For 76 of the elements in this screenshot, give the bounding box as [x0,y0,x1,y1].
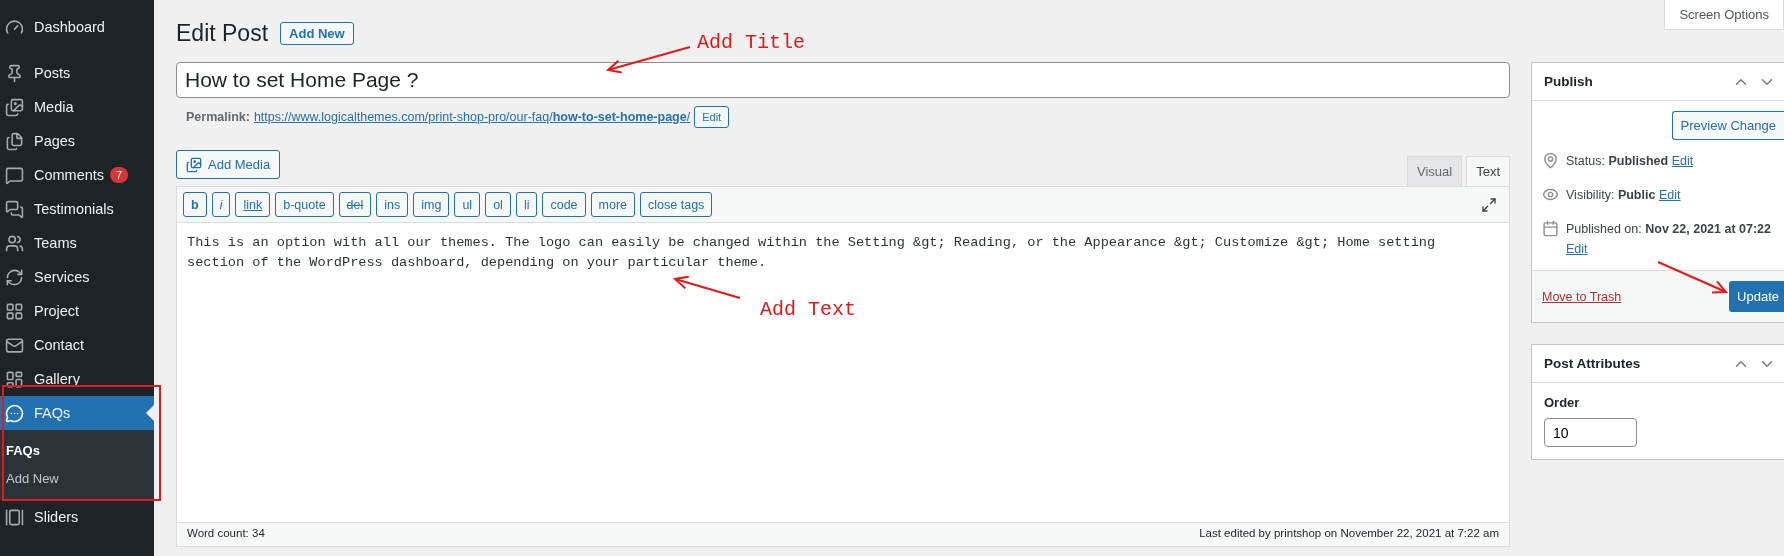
sidebar-item[interactable]: Teams [0,226,154,260]
submenu-item[interactable]: Add New [0,464,154,492]
add-media-button[interactable]: Add Media [176,150,281,179]
sidebar-item[interactable]: Testimonials [0,192,154,226]
permalink-link[interactable]: https://www.logicalthemes.com/print-shop-pro/our-faq/how-to-set-home-page/ [253,110,691,124]
menu-icon [5,335,24,355]
edit-link[interactable]: Edit [1671,154,1694,168]
panel-title: Post Attributes [1544,356,1641,371]
annotation-arrow [1657,261,1729,294]
sidebar-item[interactable]: Contact [0,328,154,362]
meta-text: Published on: Nov 22, 2021 at 07:22 Edit [1566,221,1773,258]
count-badge: 7 [110,167,129,183]
quicktag-button[interactable]: more [590,192,636,217]
word-count: Word count: 34 [187,527,265,541]
edit-button[interactable]: Edit [694,106,730,128]
quicktag-button[interactable]: ul [454,192,481,217]
sidebar-item[interactable]: Pages [0,124,154,158]
title-field[interactable]: How to set Home Page ? [176,62,1510,98]
quicktag-button[interactable]: li [515,192,538,217]
menu-icon [5,131,24,151]
add-new-button[interactable]: Add New [280,22,354,45]
annotation-arrow [672,275,741,299]
sidebar-item[interactable]: Sliders [0,500,154,534]
quicktag-button[interactable]: ol [485,192,511,217]
meta-text: Status: Published Edit [1566,153,1694,170]
quicktag-button[interactable]: img [413,192,450,217]
order-label: Order [1544,395,1581,410]
quicktag-button[interactable]: link [235,192,271,217]
quicktag-button[interactable]: i [211,192,231,217]
menu-icon [5,507,24,527]
meta-icon [1542,152,1559,169]
editor-tab[interactable]: Visual [1406,156,1463,187]
sidebar-item[interactable]: Services [0,260,154,294]
edit-link[interactable]: Edit [1658,188,1681,202]
quicktag-button[interactable]: b-quote [275,192,334,217]
order-field[interactable]: 10 [1544,418,1637,447]
menu-icon [5,97,24,117]
menu-icon [5,199,24,219]
sidebar-item[interactable]: Gallery [0,362,154,396]
meta-icon [1542,186,1559,203]
sidebar-item[interactable]: Dashboard [0,10,154,44]
last-edited: Last edited by printshop on November 22, 2021 at 7:22 am [1199,527,1499,541]
edit-link[interactable]: Edit [1566,242,1588,256]
menu-icon [5,233,24,253]
sidebar-item[interactable]: Project [0,294,154,328]
menu-icon [5,403,24,423]
quicktag-button[interactable]: b [183,192,207,217]
menu-icon [5,63,24,83]
quicktag-button[interactable]: del [338,192,372,217]
menu-icon [5,17,24,37]
editor-tab[interactable]: Text [1466,156,1510,187]
panel-title: Publish [1544,74,1593,89]
submenu-item[interactable]: FAQs [0,436,154,464]
annotation-label: Add Text [760,298,856,321]
preview-button[interactable]: Preview Change [1671,111,1784,140]
page-title: Edit Post [176,20,269,47]
annotation-label: Add Title [697,31,806,54]
meta-text: Visibility: Public Edit [1566,187,1681,204]
screen-options-tab[interactable]: Screen Options [1664,0,1784,30]
menu-icon [5,165,24,185]
menu-icon [5,301,24,321]
permalink-label: Permalink: [186,110,250,124]
sidebar-item[interactable]: Posts [0,56,154,90]
sidebar-item[interactable]: FAQs [0,396,154,430]
current-pointer [146,405,154,421]
media-icon [186,156,202,173]
quicktag-button[interactable]: ins [376,192,409,217]
sidebar-item[interactable]: Comments 7 [0,158,154,192]
quicktag-button[interactable]: close tags [640,192,713,217]
quicktag-button[interactable]: code [542,192,586,217]
meta-icon [1542,220,1559,237]
menu-icon [5,267,24,287]
fullscreen-icon[interactable] [1481,196,1497,213]
update-button[interactable]: Update [1729,281,1784,312]
sidebar-item[interactable]: Media [0,90,154,124]
trash-link[interactable]: Move to Trash [1542,289,1622,304]
